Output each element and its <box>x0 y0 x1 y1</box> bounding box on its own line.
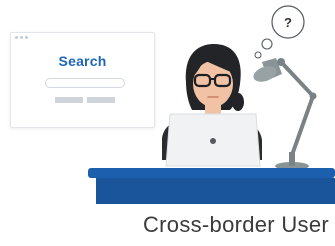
thought-bubble-tiny <box>254 51 262 59</box>
caption-label: Cross-border User <box>142 212 329 237</box>
user-illustration: ? <box>88 5 335 204</box>
laptop-icon <box>165 113 261 167</box>
desk-top <box>88 168 335 178</box>
question-mark-icon: ? <box>284 15 292 30</box>
thought-bubble-small <box>261 38 273 50</box>
desk-front <box>96 178 335 204</box>
